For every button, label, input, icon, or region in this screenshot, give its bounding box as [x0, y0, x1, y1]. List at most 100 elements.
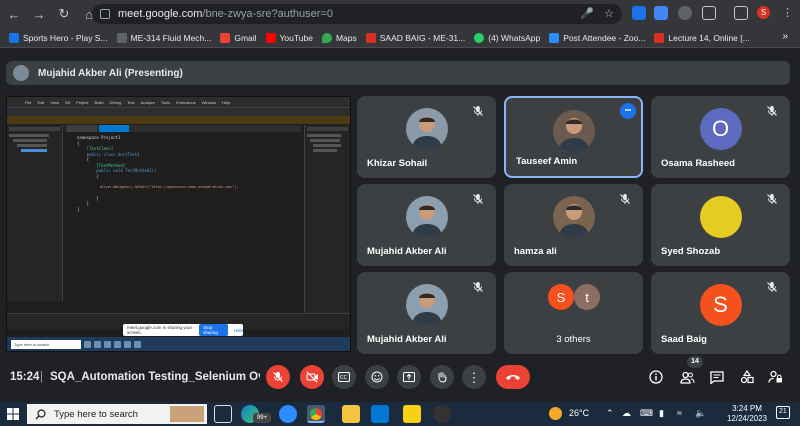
- raise-hand-button[interactable]: [430, 365, 454, 389]
- more-options-button[interactable]: ⋮: [462, 365, 486, 389]
- participant-name: Saad Baig: [661, 334, 707, 345]
- person-photo: [411, 292, 442, 326]
- editor-tab[interactable]: [99, 125, 129, 132]
- volume-icon[interactable]: 🔈: [695, 408, 706, 419]
- bookmark-label: (4) WhatsApp: [488, 32, 541, 43]
- participant-tile[interactable]: Mujahid Akber Ali: [357, 184, 496, 266]
- vscode-icon[interactable]: [371, 405, 389, 423]
- svg-text:CC: CC: [340, 375, 347, 381]
- cloud-icon[interactable]: ☁: [622, 408, 631, 419]
- participant-name: Syed Shozab: [661, 246, 721, 257]
- participant-tile[interactable]: ••• Tauseef Amin: [504, 96, 643, 178]
- avatar-initial: S: [713, 292, 728, 317]
- windows-start-icon[interactable]: [7, 408, 19, 420]
- bookmark-item[interactable]: YouTube: [265, 32, 313, 43]
- avatar: [552, 110, 595, 152]
- more-vert-icon: ⋮: [467, 369, 481, 385]
- weather-temperature[interactable]: 26°C: [569, 408, 589, 418]
- participant-tile[interactable]: Khizar Sohail: [357, 96, 496, 178]
- stop-sharing-button[interactable]: Stop sharing: [199, 324, 228, 336]
- shield-icon[interactable]: [678, 6, 692, 20]
- site-info-icon[interactable]: [100, 9, 110, 19]
- chat-button[interactable]: [709, 369, 725, 385]
- camera-off-button[interactable]: [300, 365, 324, 389]
- side-panel-icon[interactable]: [734, 6, 748, 20]
- bookmark-item[interactable]: Maps: [321, 32, 357, 43]
- avatar: [405, 196, 448, 238]
- captions-button[interactable]: CC: [332, 365, 356, 389]
- gmail-icon: [220, 32, 231, 43]
- presenter-label: Mujahid Akber Ali (Presenting): [38, 67, 183, 79]
- bookmark-favicon: [116, 32, 127, 43]
- screen-share-notice: meet.google.com is sharing your screen. …: [123, 324, 243, 336]
- participant-tile[interactable]: Mujahid Akber Ali: [357, 272, 496, 354]
- host-controls-button[interactable]: [767, 369, 783, 385]
- extension-icon[interactable]: [654, 6, 668, 20]
- chrome-icon[interactable]: [307, 405, 325, 423]
- search-icon: [35, 408, 46, 419]
- reload-icon[interactable]: ↻: [53, 3, 75, 25]
- snipping-tool-icon[interactable]: [433, 405, 451, 423]
- taskbar-search-box[interactable]: Type here to search: [27, 404, 207, 424]
- avatar: [552, 196, 595, 238]
- notifications-count: 21: [779, 408, 787, 415]
- system-clock[interactable]: 3:24 PM 12/24/2023: [724, 404, 770, 424]
- search-highlight-image: [170, 406, 204, 422]
- people-count-badge: 14: [687, 356, 703, 368]
- meeting-details-button[interactable]: [648, 369, 664, 385]
- tray-chevron-icon[interactable]: ⌃: [606, 408, 614, 419]
- bookmark-item[interactable]: ME-314 Fluid Mech...: [116, 32, 212, 43]
- activities-button[interactable]: [739, 369, 755, 385]
- profile-avatar[interactable]: S: [757, 6, 770, 19]
- participant-tile[interactable]: hamza ali: [504, 184, 643, 266]
- battery-icon[interactable]: ▮: [659, 408, 664, 419]
- bookmark-item[interactable]: SAAD BAIG - ME-31...: [365, 32, 465, 43]
- weather-sun-icon[interactable]: [549, 407, 562, 420]
- bookmark-item[interactable]: Post Attendee - Zoo...: [549, 32, 646, 43]
- bookmark-item[interactable]: Sports Hero - Play S...: [9, 32, 108, 43]
- zoom-icon[interactable]: [279, 405, 297, 423]
- mic-muted-icon: [766, 192, 780, 206]
- back-icon[interactable]: ←: [3, 3, 25, 25]
- bookmark-label: Post Attendee - Zoo...: [563, 32, 646, 43]
- avatar: S: [548, 284, 574, 310]
- mic-off-button[interactable]: [266, 365, 290, 389]
- bookmark-item[interactable]: (4) WhatsApp: [474, 32, 541, 43]
- lang-icon[interactable]: ⌨: [640, 408, 653, 419]
- people-button[interactable]: [679, 369, 695, 385]
- participant-tile[interactable]: S Saad Baig: [651, 272, 790, 354]
- forward-icon[interactable]: →: [28, 3, 50, 25]
- hide-button[interactable]: Hide: [234, 328, 243, 333]
- phone-hangup-icon: [506, 375, 520, 380]
- extension-icon[interactable]: [632, 6, 646, 20]
- address-bar[interactable]: meet.google.com/bne-zwya-sre?authuser=0 …: [92, 4, 622, 24]
- bookmarks-overflow-icon[interactable]: »: [782, 31, 788, 42]
- bookmark-item[interactable]: Lecture 14, Online [...: [654, 32, 750, 43]
- task-view-icon[interactable]: [214, 405, 232, 423]
- chat-icon: [710, 370, 724, 384]
- system-date: 12/24/2023: [726, 414, 768, 423]
- participant-tile[interactable]: Syed Shozab: [651, 184, 790, 266]
- sticky-notes-icon[interactable]: [403, 405, 421, 423]
- participant-tile[interactable]: St 3 others: [504, 272, 643, 354]
- present-button[interactable]: [397, 365, 421, 389]
- mail-badge: 99+: [253, 413, 271, 423]
- wifi-icon[interactable]: ≈: [677, 408, 682, 418]
- reactions-button[interactable]: [365, 365, 389, 389]
- bookmark-label: ME-314 Fluid Mech...: [130, 32, 212, 43]
- extensions-puzzle-icon[interactable]: [702, 6, 716, 20]
- menu-kebab-icon[interactable]: ⋮: [782, 6, 793, 19]
- participant-name: Mujahid Akber Ali: [367, 334, 447, 345]
- editor-tab[interactable]: [67, 125, 97, 132]
- bookmark-star-icon[interactable]: ☆: [604, 7, 614, 20]
- participant-tile[interactable]: O Osama Rasheed: [651, 96, 790, 178]
- shared-search-box: Type here to search: [11, 339, 81, 349]
- meeting-controls: 15:24 | SQA_Automation Testing_Selenium …: [0, 356, 800, 398]
- file-explorer-icon[interactable]: [342, 405, 360, 423]
- leave-call-button[interactable]: [496, 365, 530, 389]
- mic-icon[interactable]: 🎤: [580, 7, 594, 20]
- code-line: }: [77, 206, 80, 212]
- tile-more-options-button[interactable]: •••: [620, 103, 636, 119]
- avatar-initial: O: [711, 116, 730, 141]
- bookmark-item[interactable]: Gmail: [220, 32, 257, 43]
